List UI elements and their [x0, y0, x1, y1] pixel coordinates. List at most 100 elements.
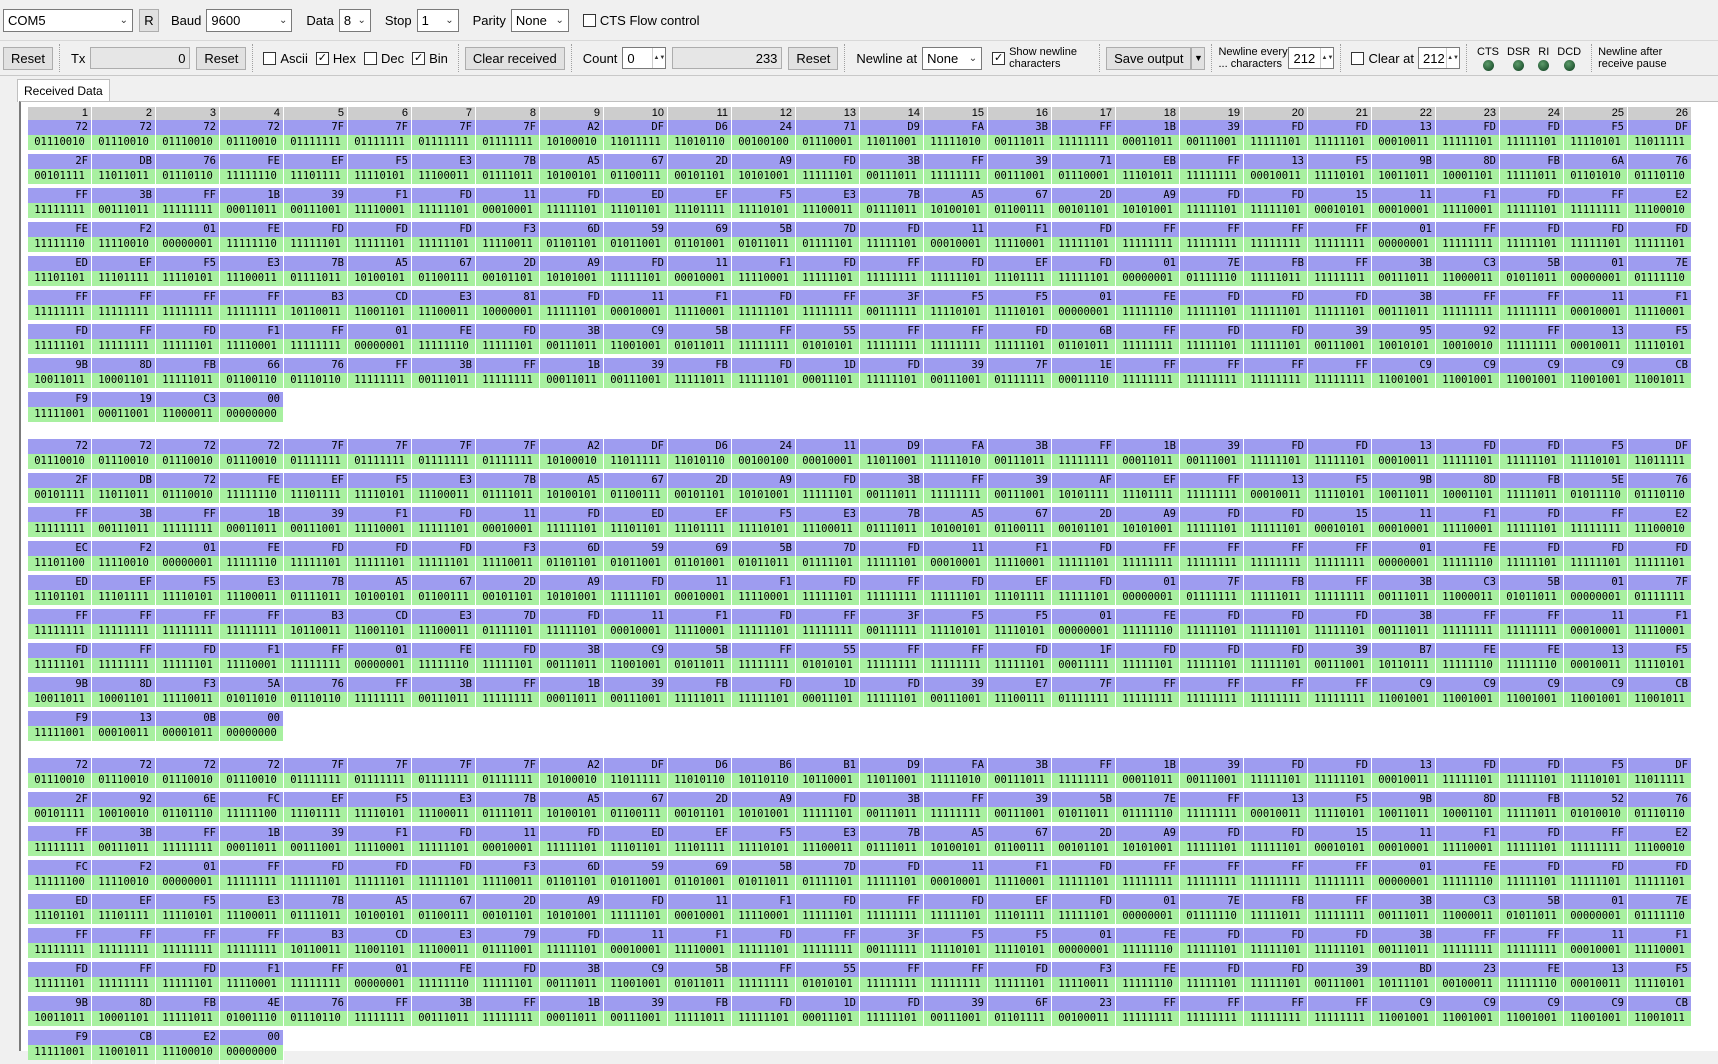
newline-every-spinner[interactable]: 212 ▲▼ — [1288, 47, 1335, 69]
byte-cell: FB 11111011 — [668, 996, 732, 1030]
ascii-checkbox[interactable]: Ascii — [263, 51, 308, 66]
hex-value: FB — [156, 996, 219, 1011]
binary-value: 11111111 — [1052, 454, 1115, 469]
block-gap — [28, 745, 1692, 758]
divider — [1466, 44, 1468, 72]
byte-cell: FF 11111111 — [924, 962, 988, 996]
hex-value: 01 — [1564, 894, 1627, 909]
count-spinner[interactable]: 0 ▲▼ — [622, 47, 667, 69]
tx-reset-button[interactable]: Reset — [196, 46, 247, 70]
parity-select[interactable]: None ⌄ — [510, 8, 569, 32]
byte-cell: F1 11110001 — [668, 609, 732, 643]
byte-cell: 39 00111001 — [1308, 962, 1372, 996]
hex-value: 39 — [924, 677, 987, 692]
tab-received-data[interactable]: Received Data — [17, 79, 110, 102]
checkbox-box — [1351, 51, 1365, 65]
save-output-button[interactable]: Save output — [1106, 46, 1192, 70]
hex-value: FD — [412, 188, 475, 203]
hex-checkbox[interactable]: ✓ Hex — [315, 51, 356, 66]
byte-cell: FF 11111111 — [1180, 473, 1244, 507]
byte-cell: C9 11001001 — [1500, 677, 1564, 711]
byte-cell: FF 11111111 — [1564, 507, 1628, 541]
hex-value: FF — [1244, 541, 1307, 556]
spinner-arrows-icon[interactable]: ▲▼ — [1320, 48, 1333, 68]
byte-cell: F1 11110001 — [988, 222, 1052, 256]
cts-flow-control-checkbox[interactable]: CTS Flow control — [582, 13, 700, 28]
stop-bits-label: Stop — [384, 12, 412, 28]
binary-value: 11111101 — [348, 556, 411, 571]
stop-bits-select[interactable]: 1 ⌄ — [416, 8, 459, 32]
binary-value: 00111011 — [540, 339, 603, 354]
clear-at-spinner[interactable]: 212 ▲▼ — [1418, 47, 1461, 69]
column-header: 19 — [1180, 107, 1244, 120]
binary-value: 11111101 — [988, 339, 1051, 354]
binary-value: 00010001 — [604, 305, 667, 320]
divider — [1211, 44, 1213, 72]
hex-value: FD — [284, 541, 347, 556]
byte-cell: B7 10110111 — [1372, 643, 1436, 677]
ri-indicator: RI — [1538, 46, 1550, 71]
count-reset-button[interactable]: Reset — [788, 46, 839, 70]
byte-cell: FF 11111111 — [1180, 222, 1244, 256]
byte-cell: FF 11111111 — [220, 860, 284, 894]
binary-value: 11111011 — [668, 1011, 731, 1026]
rescan-button[interactable]: R — [139, 8, 159, 32]
hex-value: D9 — [860, 758, 923, 773]
hex-value: 3B — [860, 154, 923, 169]
baud-select[interactable]: 9600 ⌄ — [206, 8, 293, 32]
spinner-arrows-icon[interactable]: ▲▼ — [1446, 48, 1459, 68]
hex-value: 69 — [668, 222, 731, 237]
byte-cell: 5B 01011011 — [1500, 575, 1564, 609]
hex-value: A9 — [1116, 826, 1179, 841]
clear-received-button[interactable]: Clear received — [464, 46, 565, 70]
byte-cell: 13 00010011 — [92, 711, 156, 745]
data-bits-value: 8 — [343, 12, 352, 28]
save-output-dropdown-icon[interactable]: ▼ — [1191, 46, 1206, 70]
show-newline-checkbox[interactable]: ✓ Show newline characters — [992, 46, 1089, 70]
byte-cell: 11 00010001 — [476, 826, 540, 860]
dec-checkbox[interactable]: Dec — [363, 51, 404, 66]
byte-cell: 0B 00001011 — [156, 711, 220, 745]
hex-value: 5B — [668, 962, 731, 977]
byte-cell: E3 11100011 — [412, 609, 476, 643]
byte-cell: 1D 00011101 — [796, 996, 860, 1030]
hex-value: F3 — [476, 222, 539, 237]
binary-value: 11111101 — [28, 658, 91, 673]
hex-value: C9 — [604, 643, 667, 658]
byte-cell: 72 01110010 — [156, 758, 220, 792]
byte-cell: 67 01100111 — [604, 154, 668, 188]
binary-value: 11110101 — [1628, 339, 1691, 354]
newline-at-select[interactable]: None ⌄ — [922, 46, 983, 70]
hex-value: 11 — [1564, 290, 1627, 305]
port-select[interactable]: COM5 ⌄ — [3, 8, 133, 32]
byte-cell: FD 11111101 — [1500, 507, 1564, 541]
binary-value: 11111111 — [860, 909, 923, 924]
hex-value: FD — [476, 962, 539, 977]
hex-value: FD — [860, 860, 923, 875]
binary-value: 11111111 — [1436, 624, 1499, 639]
reset-button[interactable]: Reset — [3, 46, 53, 70]
data-bits-select[interactable]: 8 ⌄ — [338, 8, 371, 32]
binary-value: 01110010 — [28, 135, 91, 150]
hex-value: FD — [1244, 758, 1307, 773]
hex-value: 7D — [476, 609, 539, 624]
hex-value: FF — [1436, 928, 1499, 943]
byte-cell: 01 00000001 — [1372, 541, 1436, 575]
byte-cell: FD 11111101 — [412, 826, 476, 860]
hex-value: 7F — [1628, 575, 1691, 590]
hex-value: 59 — [604, 541, 667, 556]
bin-checkbox[interactable]: ✓ Bin — [412, 51, 448, 66]
hex-value: 01 — [1564, 256, 1627, 271]
hex-value: CD — [348, 928, 411, 943]
byte-cell: 1D 00011101 — [796, 358, 860, 392]
byte-cell: FF 11111111 — [284, 643, 348, 677]
byte-cell: 67 01100111 — [988, 507, 1052, 541]
hex-value: F1 — [348, 826, 411, 841]
binary-value: 01101101 — [540, 237, 603, 252]
binary-value: 00000000 — [220, 726, 283, 741]
hex-value: FA — [924, 439, 987, 454]
spinner-arrows-icon[interactable]: ▲▼ — [652, 48, 665, 68]
binary-value: 11111011 — [668, 373, 731, 388]
hex-value: F5 — [1308, 792, 1371, 807]
clear-at-checkbox[interactable]: Clear at — [1351, 51, 1414, 66]
